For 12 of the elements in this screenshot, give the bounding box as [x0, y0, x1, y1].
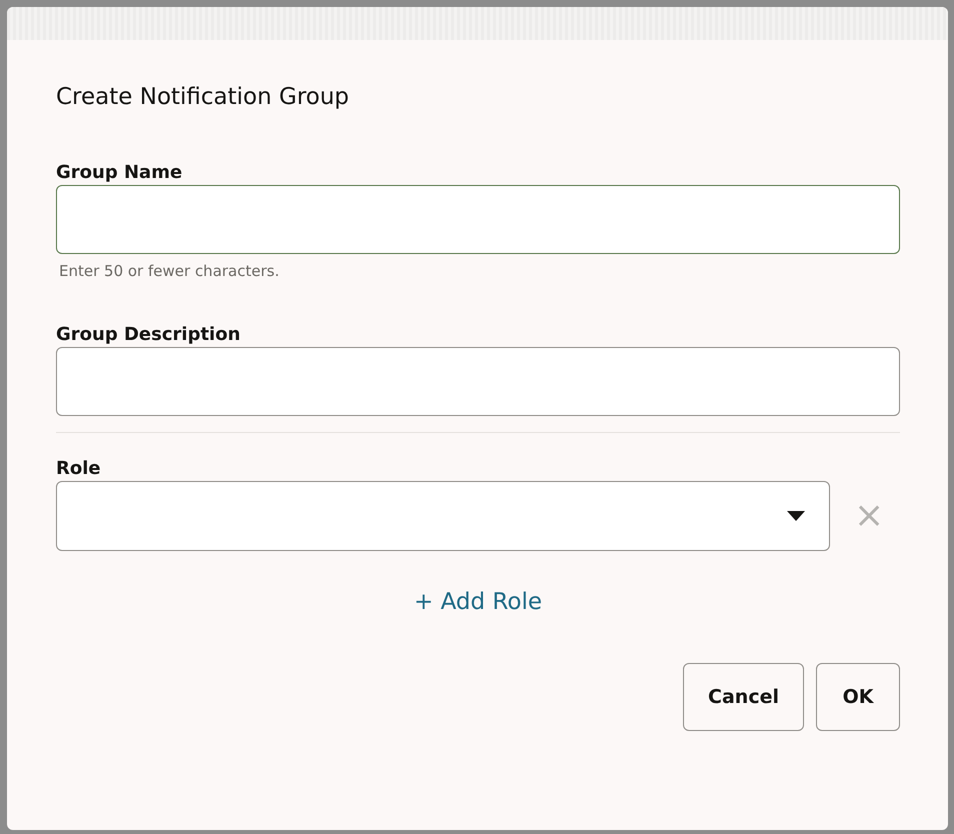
field-label: Group Name — [56, 162, 184, 183]
role-dropdown[interactable] — [56, 481, 830, 551]
caret-icon — [787, 511, 805, 521]
field-hint: Enter 50 or fewer characters. — [59, 262, 280, 280]
input-field[interactable] — [56, 185, 900, 254]
dialog-title: Create Notification Group — [56, 84, 350, 110]
add-role-link[interactable]: + Add Role — [414, 589, 542, 615]
input-field[interactable] — [56, 347, 900, 416]
ok-button[interactable]: OK — [816, 663, 900, 731]
cancel-button[interactable]: Cancel — [683, 663, 804, 731]
field-label: Group Description — [56, 324, 242, 345]
field-label: Role — [56, 458, 102, 479]
